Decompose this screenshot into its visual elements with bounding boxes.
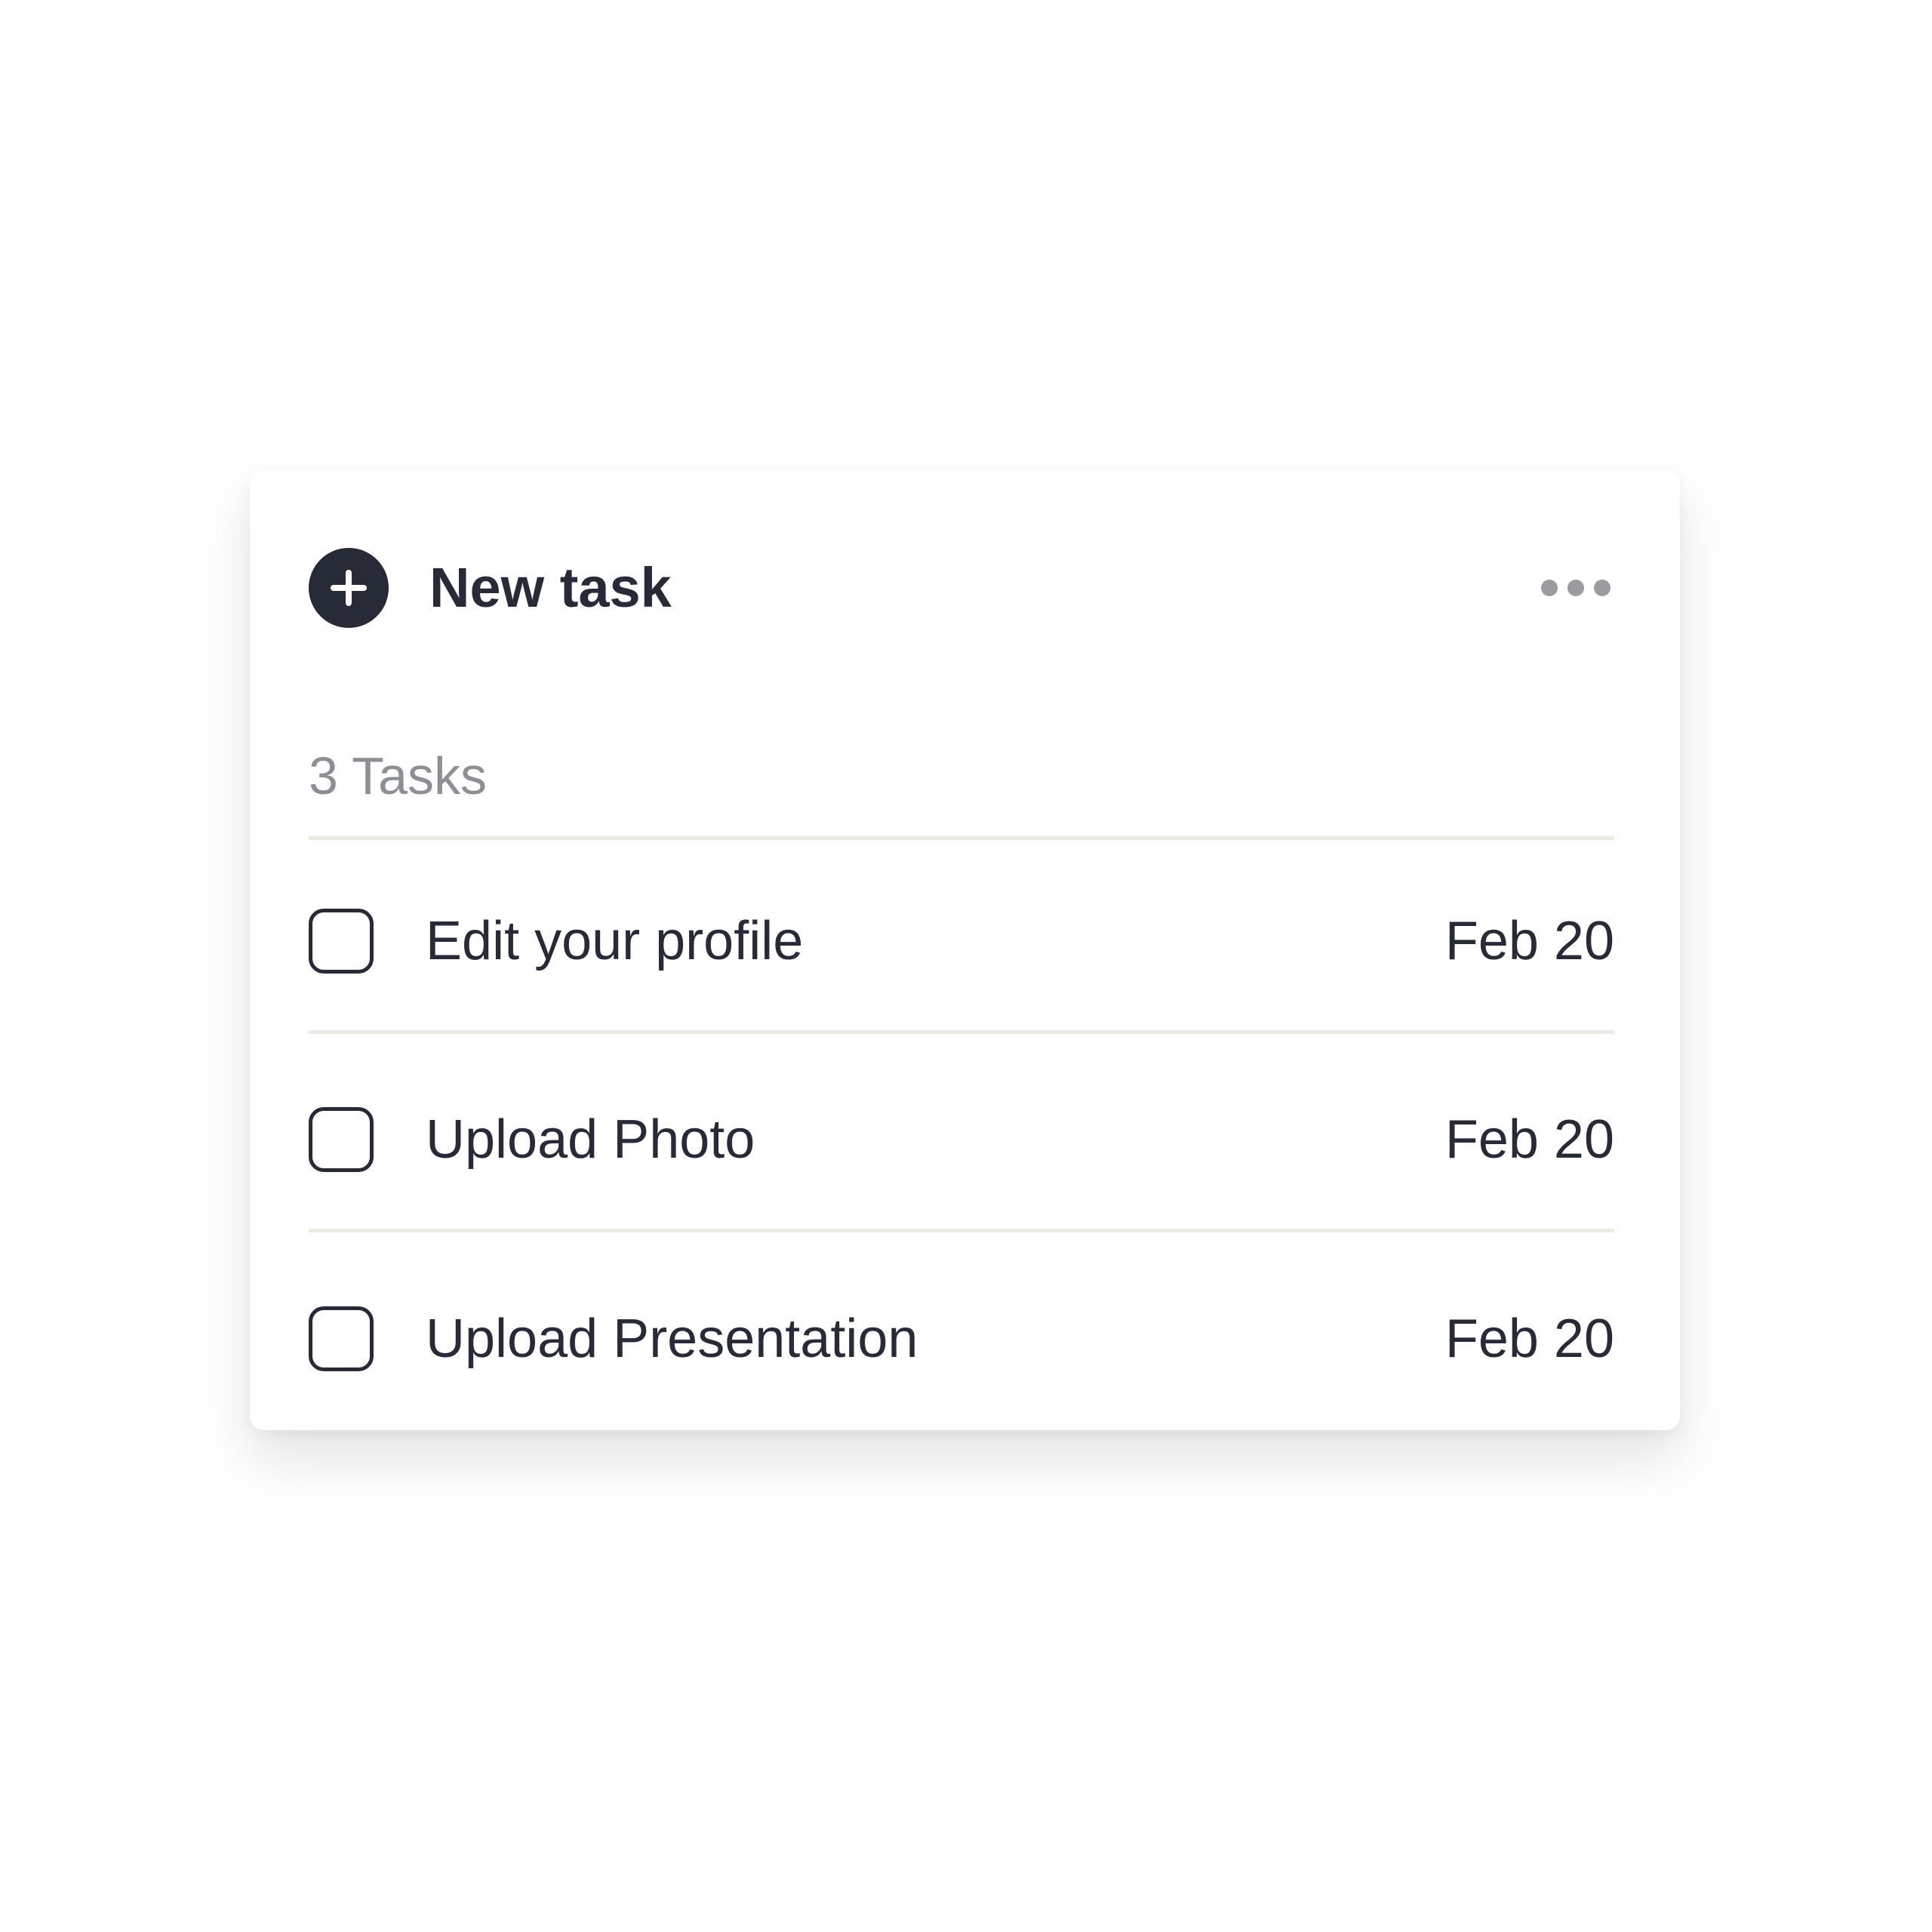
divider — [309, 836, 1614, 840]
task-checkbox[interactable] — [309, 1107, 374, 1172]
task-due-date: Feb 20 — [1444, 1109, 1614, 1170]
task-count: 3 Tasks — [309, 746, 488, 805]
task-name: Edit your profile — [426, 911, 804, 971]
task-checkbox[interactable] — [309, 1306, 374, 1371]
divider — [309, 1229, 1614, 1232]
task-checkbox[interactable] — [309, 909, 374, 974]
divider — [309, 1030, 1614, 1034]
more-options-button[interactable] — [1539, 573, 1614, 603]
task-due-date: Feb 20 — [1444, 1309, 1614, 1369]
task-name: Upload Photo — [426, 1109, 755, 1170]
more-horizontal-icon — [1541, 580, 1611, 596]
task-card: New task 3 Tasks Edit your profile Feb 2… — [250, 470, 1680, 1430]
task-row: Upload Photo Feb 20 — [309, 1097, 1614, 1188]
task-card-header: New task — [309, 548, 1614, 628]
task-due-date: Feb 20 — [1444, 911, 1614, 971]
task-row: Edit your profile Feb 20 — [309, 899, 1614, 989]
task-row: Upload Presentation Feb 20 — [309, 1297, 1614, 1387]
plus-icon — [331, 570, 367, 606]
task-name: Upload Presentation — [426, 1309, 918, 1369]
add-task-button[interactable] — [309, 548, 389, 628]
new-task-label[interactable]: New task — [429, 554, 672, 622]
